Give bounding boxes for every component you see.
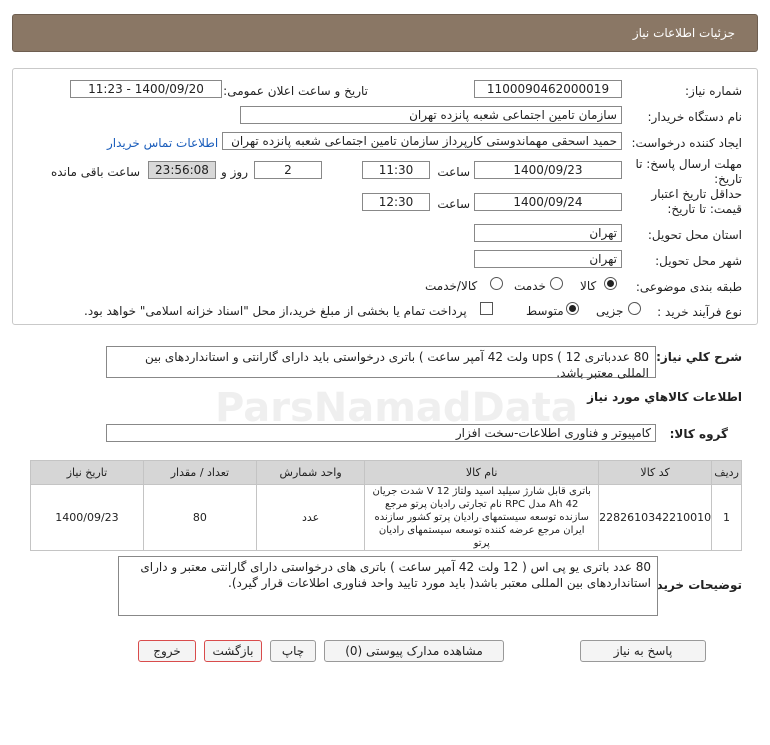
buyer-contact-link[interactable]: اطلاعات تماس خریدار: [107, 136, 218, 150]
days-label: روز و: [221, 165, 248, 179]
goods-group-field: کامپیوتر و فناوری اطلاعات-سخت افزار: [106, 424, 656, 442]
col-unit: واحد شمارش: [255, 460, 366, 485]
category-goods-service-radio[interactable]: [490, 277, 503, 290]
col-name: نام کالا: [364, 460, 600, 485]
announce-field: 1400/09/20 - 11:23: [70, 80, 222, 98]
category-service-radio[interactable]: [550, 277, 563, 290]
reply-button[interactable]: پاسخ به نیاز: [580, 640, 706, 662]
col-index: ردیف: [711, 460, 742, 485]
validity-label-2: قیمت: تا تاریخ:: [667, 202, 742, 216]
goods-info-title: اطلاعات کالاهاي مورد نياز: [587, 390, 742, 404]
row-qty: 80: [142, 484, 257, 551]
process-partial-label: جزیی: [596, 304, 624, 318]
buyer-org-label: نام دستگاه خریدار:: [647, 110, 743, 124]
days-field: 2: [254, 161, 322, 179]
process-medium-radio[interactable]: [566, 302, 579, 315]
row-code: 2282610342210010: [598, 484, 713, 551]
row-index: 1: [711, 484, 742, 551]
province-label: استان محل تحویل:: [647, 228, 742, 242]
validity-date-field: 1400/09/24: [474, 193, 622, 211]
exit-button[interactable]: خروج: [138, 640, 196, 662]
deadline-label: مهلت ارسال پاسخ: تا: [635, 157, 742, 171]
process-label: نوع فرآیند خرید :: [657, 305, 742, 319]
buyer-org-field: سازمان تامین اجتماعی شعبه پانزده تهران: [240, 106, 622, 124]
need-number-label: شماره نیاز:: [685, 84, 742, 98]
validity-time-field: 12:30: [362, 193, 430, 211]
province-field: تهران: [474, 224, 622, 242]
col-code: کد کالا: [598, 460, 713, 485]
deadline-label-2: تاریخ:: [714, 172, 742, 186]
process-medium-label: متوسط: [526, 304, 564, 318]
remaining-label: ساعت باقی مانده: [50, 165, 140, 179]
page-title: جزئیات اطلاعات نیاز: [632, 26, 735, 40]
attachments-button[interactable]: مشاهده مدارک پیوستی (0): [324, 640, 504, 662]
table-row: 1 2282610342210010 باتری قابل شارژ سیلید…: [30, 484, 742, 551]
goods-group-label: گروه کالا:: [669, 427, 728, 441]
need-number-field: 1100090462000019: [474, 80, 622, 98]
deadline-time-field: 11:30: [362, 161, 430, 179]
city-field: تهران: [474, 250, 622, 268]
row-unit: عدد: [255, 484, 366, 551]
col-date: تاریخ نیاز: [30, 460, 144, 485]
row-name: باتری قابل شارژ سیلید اسید ولتاژ 12 V شد…: [364, 484, 600, 551]
validity-time-label: ساعت: [437, 197, 470, 211]
back-button[interactable]: بازگشت: [204, 640, 262, 662]
category-goods-service-label: کالا/خدمت: [425, 279, 478, 293]
category-goods-radio[interactable]: [604, 277, 617, 290]
creator-field: حمید اسحقی مهماندوستی کارپرداز سازمان تا…: [222, 132, 622, 150]
remaining-time-field: 23:56:08: [148, 161, 216, 179]
goods-table: ردیف کد کالا نام کالا واحد شمارش تعداد /…: [30, 460, 742, 551]
col-qty: تعداد / مقدار: [142, 460, 257, 485]
city-label: شهر محل تحویل:: [655, 254, 742, 268]
deadline-time-label: ساعت: [437, 165, 470, 179]
summary-text: 80 عددباتری 12 ) ups ولت 42 آمپر ساعت ) …: [106, 346, 656, 380]
process-partial-radio[interactable]: [628, 302, 641, 315]
validity-label: حداقل تاریخ اعتبار: [651, 187, 742, 201]
announce-label: تاریخ و ساعت اعلان عمومی:: [223, 84, 368, 98]
goods-table-header: ردیف کد کالا نام کالا واحد شمارش تعداد /…: [30, 460, 742, 485]
treasury-payment-note: پرداخت تمام یا بخشی از مبلغ خرید،از محل …: [84, 304, 467, 318]
print-button[interactable]: چاپ: [270, 640, 316, 662]
category-label: طبقه بندی موضوعی:: [635, 280, 742, 294]
creator-label: ایجاد کننده درخواست:: [631, 136, 742, 150]
category-service-label: خدمت: [514, 279, 546, 293]
buyer-notes-text: 80 عدد باتری یو پی اس ( 12 ولت 42 آمپر س…: [118, 556, 658, 616]
deadline-date-field: 1400/09/23: [474, 161, 622, 179]
treasury-payment-checkbox[interactable]: [480, 302, 493, 315]
category-goods-label: کالا: [580, 279, 597, 293]
summary-label: شرح کلي نياز:: [656, 350, 742, 364]
page-header: جزئیات اطلاعات نیاز: [12, 14, 758, 52]
row-date: 1400/09/23: [30, 484, 144, 551]
